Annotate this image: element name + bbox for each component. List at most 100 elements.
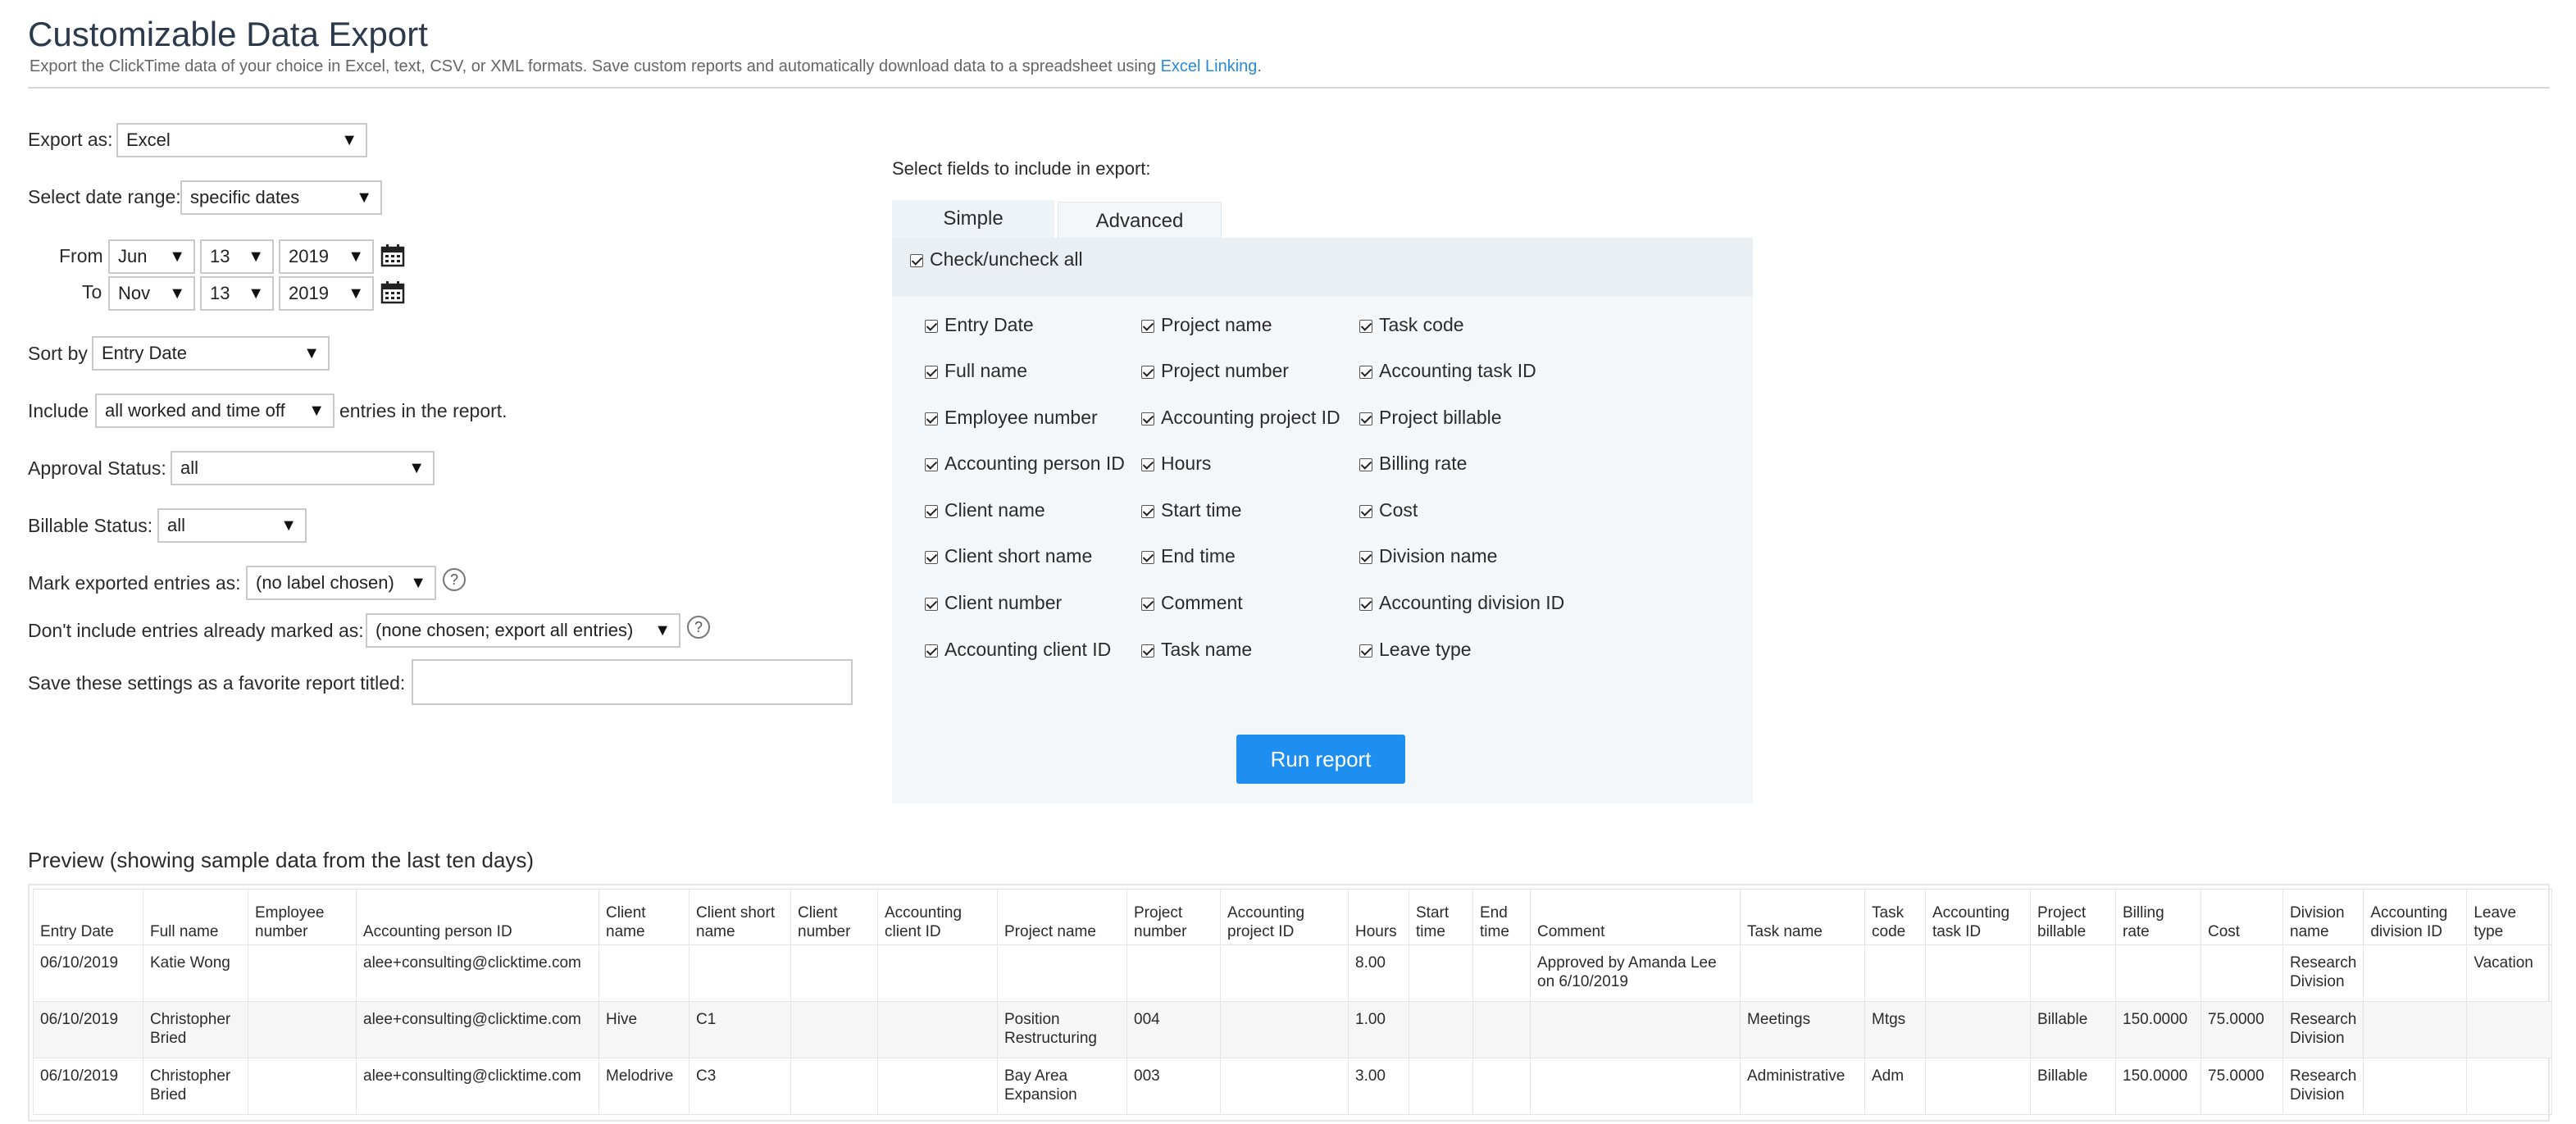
field-checkbox[interactable] <box>925 366 938 379</box>
dont-include-label: Don't include entries already marked as: <box>28 620 364 641</box>
table-cell: 1.00 <box>1348 1001 1409 1058</box>
table-cell <box>2466 1058 2553 1115</box>
field-label: Employee number <box>944 407 1098 428</box>
billable-select[interactable]: all ▼ <box>157 508 307 543</box>
calendar-icon[interactable] <box>380 281 405 304</box>
field-checkbox[interactable] <box>1141 505 1154 518</box>
field-checkbox[interactable] <box>925 458 938 471</box>
dont-include-select[interactable]: (none chosen; export all entries) ▼ <box>366 613 680 648</box>
field-checkbox[interactable] <box>1359 551 1372 564</box>
table-row: 06/10/2019 Christopher Bried alee+consul… <box>33 1058 2553 1115</box>
field-label: Entry Date <box>944 314 1034 335</box>
field-checkbox[interactable] <box>1141 598 1154 611</box>
field-checkbox[interactable] <box>1359 598 1372 611</box>
table-cell <box>689 944 791 1002</box>
table-cell <box>1409 1058 1473 1115</box>
field-checkbox[interactable] <box>1359 366 1372 379</box>
table-header-row: Entry Date Full name Employee number Acc… <box>33 889 2553 945</box>
field-checkbox[interactable] <box>925 551 938 564</box>
table-row: 06/10/2019 Katie Wong alee+consulting@cl… <box>33 944 2553 1002</box>
table-cell: Katie Wong <box>143 944 248 1002</box>
favorite-title-input[interactable] <box>412 659 853 705</box>
table-cell: Research Division <box>2282 1001 2364 1058</box>
field-label: Client name <box>944 499 1045 521</box>
tab-simple[interactable]: Simple <box>892 200 1054 238</box>
billable-label: Billable Status: <box>28 515 153 536</box>
column-header: Task code <box>1864 889 1926 945</box>
field-checkbox[interactable] <box>1141 551 1154 564</box>
approval-select[interactable]: all ▼ <box>171 451 435 485</box>
column-header: End time <box>1472 889 1531 945</box>
approval-label: Approval Status: <box>28 457 166 479</box>
to-label: To <box>82 281 102 303</box>
excel-linking-link[interactable]: Excel Linking <box>1161 57 1258 75</box>
field-checkbox[interactable] <box>1141 366 1154 379</box>
table-cell: alee+consulting@clicktime.com <box>356 944 599 1002</box>
field-checkbox[interactable] <box>1141 458 1154 471</box>
table-cell: Christopher Bried <box>143 1001 248 1058</box>
mark-exported-select[interactable]: (no label chosen) ▼ <box>246 566 436 600</box>
column-header: Leave type <box>2466 889 2553 945</box>
field-checkbox[interactable] <box>1141 320 1154 333</box>
tab-advanced[interactable]: Advanced <box>1058 202 1222 239</box>
table-cell <box>1740 944 1865 1002</box>
from-month-select[interactable]: Jun ▼ <box>108 239 195 274</box>
column-header: Project number <box>1126 889 1221 945</box>
to-month-select[interactable]: Nov ▼ <box>108 276 195 311</box>
to-year-select[interactable]: 2019 ▼ <box>279 276 374 311</box>
column-header: Cost <box>2201 889 2283 945</box>
field-checkbox[interactable] <box>925 320 938 333</box>
export-as-select[interactable]: Excel ▼ <box>116 123 367 157</box>
chevron-down-icon: ▼ <box>248 284 264 303</box>
table-cell: 75.0000 <box>2201 1001 2283 1058</box>
field-checkbox[interactable] <box>1141 644 1154 658</box>
from-day-select[interactable]: 13 ▼ <box>200 239 274 274</box>
page-subtitle: Export the ClickTime data of your choice… <box>30 57 1262 76</box>
field-checkbox[interactable] <box>925 412 938 425</box>
table-cell <box>2363 1058 2468 1115</box>
field-checkbox[interactable] <box>925 644 938 658</box>
field-label: Project billable <box>1379 407 1502 428</box>
field-label: Accounting client ID <box>944 639 1112 660</box>
table-cell <box>2115 944 2201 1002</box>
chevron-down-icon: ▼ <box>341 131 357 149</box>
field-checkbox[interactable] <box>1359 505 1372 518</box>
table-cell <box>1220 1001 1349 1058</box>
date-range-label: Select date range: <box>28 186 181 207</box>
table-cell <box>1472 944 1531 1002</box>
sort-by-select[interactable]: Entry Date ▼ <box>92 336 330 371</box>
field-checkbox[interactable] <box>1359 412 1372 425</box>
help-icon[interactable]: ? <box>687 616 710 639</box>
field-label: Accounting task ID <box>1379 360 1536 381</box>
column-header: Project name <box>997 889 1127 945</box>
table-cell: Bay Area Expansion <box>997 1058 1127 1115</box>
date-range-select[interactable]: specific dates ▼ <box>180 180 382 215</box>
from-year-select[interactable]: 2019 ▼ <box>279 239 374 274</box>
table-cell: C3 <box>689 1058 791 1115</box>
table-cell <box>2030 944 2116 1002</box>
field-label: Start time <box>1161 499 1242 521</box>
include-select[interactable]: all worked and time off ▼ <box>95 394 335 428</box>
to-day-select[interactable]: 13 ▼ <box>200 276 274 311</box>
subtitle-end: . <box>1257 57 1262 75</box>
calendar-icon[interactable] <box>380 244 405 267</box>
page-title: Customizable Data Export <box>28 15 428 53</box>
field-checkbox[interactable] <box>925 598 938 611</box>
field-checkbox[interactable] <box>1141 412 1154 425</box>
table-cell <box>1472 1001 1531 1058</box>
table-cell: Melodrive <box>598 1058 690 1115</box>
field-checkbox[interactable] <box>1359 320 1372 333</box>
field-checkbox[interactable] <box>925 505 938 518</box>
table-cell: 06/10/2019 <box>33 1058 143 1115</box>
chevron-down-icon: ▼ <box>308 402 325 420</box>
help-icon[interactable]: ? <box>443 568 466 591</box>
run-report-button[interactable]: Run report <box>1236 735 1405 784</box>
table-cell <box>877 1058 998 1115</box>
column-header: Entry Date <box>33 889 143 945</box>
field-checkbox[interactable] <box>1359 458 1372 471</box>
table-cell <box>1409 944 1473 1002</box>
field-checkbox[interactable] <box>1359 644 1372 658</box>
check-all-checkbox[interactable] <box>910 254 923 267</box>
table-cell <box>1530 1001 1741 1058</box>
table-cell: Christopher Bried <box>143 1058 248 1115</box>
